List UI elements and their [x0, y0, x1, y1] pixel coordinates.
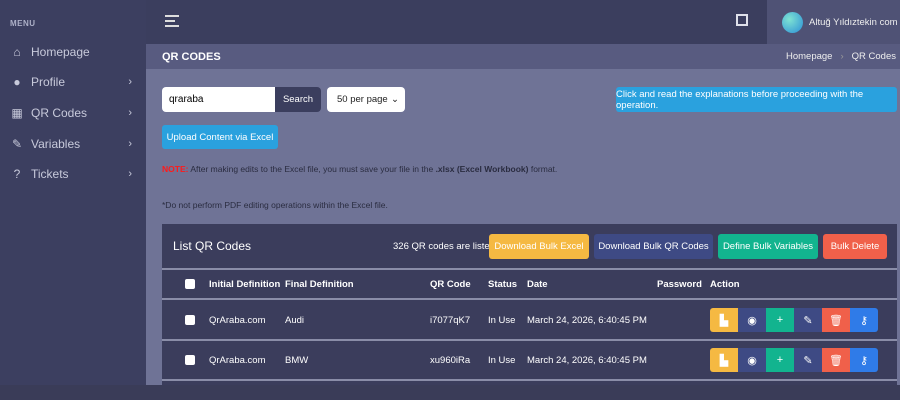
- cell-final: Audi: [285, 315, 305, 326]
- cell-initial: QrAraba.com: [209, 355, 266, 366]
- sidebar-item-variables[interactable]: ✎ Variables ›: [10, 134, 136, 154]
- chevron-right-icon: ›: [128, 76, 132, 88]
- note-format: .xlsx (Excel Workbook): [435, 164, 529, 174]
- download-bulk-excel-button[interactable]: Download Bulk Excel: [489, 234, 589, 259]
- user-menu[interactable]: Altuğ Yıldıztekin com: [767, 0, 900, 44]
- pdf-note: *Do not perform PDF editing operations w…: [162, 200, 388, 210]
- download-bulk-qr-button[interactable]: Download Bulk QR Codes: [594, 234, 713, 259]
- menu-title: MENU: [10, 19, 36, 28]
- note-text: NOTE: After making edits to the Excel fi…: [162, 164, 557, 174]
- fullscreen-icon[interactable]: [736, 14, 748, 26]
- select-all-checkbox[interactable]: [185, 279, 195, 289]
- sidebar: MENU ⌂ Homepage ● Profile › ▦ QR Codes › ✎ Var…: [0, 0, 146, 400]
- col-password: Password: [657, 279, 702, 290]
- footer-bar: [0, 385, 900, 400]
- nav-label: QR Codes: [31, 106, 88, 120]
- topbar: Altuğ Yıldıztekin com: [146, 0, 900, 44]
- divider: [162, 379, 897, 381]
- search-input[interactable]: [162, 87, 275, 112]
- col-status: Status: [488, 279, 518, 290]
- user-name: Altuğ Yıldıztekin com: [809, 16, 898, 28]
- sidebar-item-profile[interactable]: ● Profile ›: [10, 72, 136, 92]
- cell-date: March 24, 2026, 6:40:45 PM: [527, 315, 647, 326]
- key-icon[interactable]: ⚷: [850, 308, 878, 332]
- nav-label: Homepage: [31, 45, 90, 59]
- define-bulk-variables-button[interactable]: Define Bulk Variables: [718, 234, 818, 259]
- cell-code: i7077qK7: [430, 315, 471, 326]
- card-title: List QR Codes: [173, 239, 252, 253]
- nav-label: Variables: [31, 137, 81, 151]
- view-icon[interactable]: ◉: [738, 348, 766, 372]
- divider: [162, 298, 897, 300]
- edit-icon[interactable]: ✎: [794, 348, 822, 372]
- avatar: [782, 11, 803, 33]
- pencil-icon: ✎: [11, 137, 23, 151]
- upload-excel-button[interactable]: Upload Content via Excel: [162, 125, 278, 149]
- add-icon[interactable]: +: [766, 348, 794, 372]
- page-title: QR CODES: [162, 50, 221, 63]
- divider: [162, 268, 897, 270]
- key-icon[interactable]: ⚷: [850, 348, 878, 372]
- bulk-delete-button[interactable]: Bulk Delete: [823, 234, 887, 259]
- cell-status: In Use: [488, 355, 516, 366]
- breadcrumb: Homepage › QR Codes: [785, 51, 896, 62]
- col-qrcode: QR Code: [430, 279, 471, 290]
- user-icon: ●: [13, 75, 21, 89]
- add-icon[interactable]: +: [766, 308, 794, 332]
- breadcrumb-current: QR Codes: [851, 51, 896, 62]
- cell-initial: QrAraba.com: [209, 315, 266, 326]
- per-page-select[interactable]: 50 per page ⌄: [327, 87, 405, 112]
- delete-icon[interactable]: 🗑: [822, 308, 850, 332]
- view-icon[interactable]: ◉: [738, 308, 766, 332]
- question-icon: ?: [13, 167, 21, 181]
- menu-toggle-icon[interactable]: [165, 15, 179, 30]
- per-page-value: 50 per page: [337, 94, 388, 105]
- note-body: After making edits to the Excel file, yo…: [190, 164, 436, 174]
- title-bar: QR CODES Homepage › QR Codes: [146, 44, 900, 69]
- search-button[interactable]: Search: [275, 87, 321, 112]
- sidebar-item-qr-codes[interactable]: ▦ QR Codes ›: [10, 103, 136, 123]
- search-form: Search: [162, 87, 321, 112]
- breadcrumb-homepage[interactable]: Homepage: [786, 51, 832, 62]
- note-label: NOTE:: [162, 164, 189, 174]
- cell-date: March 24, 2026, 6:40:45 PM: [527, 355, 647, 366]
- chevron-right-icon: ›: [128, 168, 132, 180]
- delete-icon[interactable]: 🗑: [822, 348, 850, 372]
- row-checkbox[interactable]: [185, 355, 195, 365]
- chevron-right-icon: ›: [128, 138, 132, 150]
- sidebar-item-tickets[interactable]: ? Tickets ›: [10, 164, 136, 184]
- col-initial: Initial Definition: [209, 279, 281, 290]
- col-date: Date: [527, 279, 548, 290]
- chevron-down-icon: ⌄: [391, 94, 399, 105]
- note-end: format.: [528, 164, 558, 174]
- cell-code: xu960iRa: [430, 355, 471, 366]
- info-button[interactable]: Click and read the explanations before p…: [616, 87, 897, 112]
- nav-label: Profile: [31, 75, 66, 89]
- row-checkbox[interactable]: [185, 315, 195, 325]
- col-action: Action: [710, 279, 740, 290]
- cell-final: BMW: [285, 355, 309, 366]
- col-final: Final Definition: [285, 279, 354, 290]
- nav-label: Tickets: [31, 167, 69, 181]
- chevron-right-icon: ›: [128, 107, 132, 119]
- cell-status: In Use: [488, 315, 516, 326]
- row-actions: ▙ ◉ + ✎ 🗑 ⚷: [710, 308, 878, 332]
- divider: [162, 339, 897, 341]
- edit-icon[interactable]: ✎: [794, 308, 822, 332]
- sidebar-item-homepage[interactable]: ⌂ Homepage: [10, 42, 136, 62]
- row-actions: ▙ ◉ + ✎ 🗑 ⚷: [710, 348, 878, 372]
- stats-icon[interactable]: ▙: [710, 348, 738, 372]
- qr-count: 326 QR codes are listed: [393, 241, 495, 252]
- qr-list-card: List QR Codes 326 QR codes are listed Do…: [162, 224, 897, 400]
- qr-icon: ▦: [11, 106, 23, 120]
- stats-icon[interactable]: ▙: [710, 308, 738, 332]
- home-icon: ⌂: [13, 45, 21, 59]
